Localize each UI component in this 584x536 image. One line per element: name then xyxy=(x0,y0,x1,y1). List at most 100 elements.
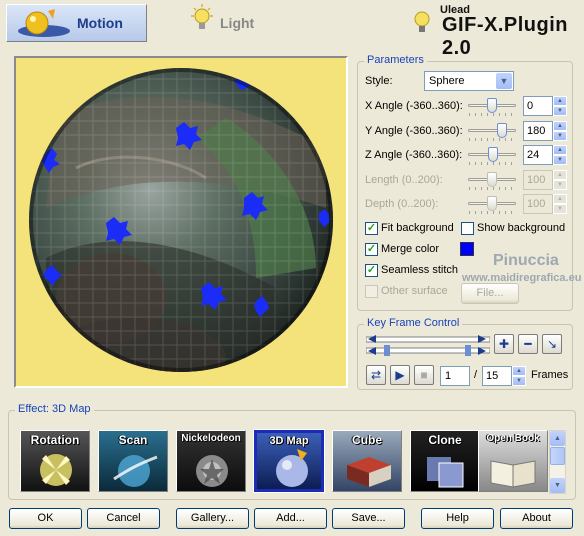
spin-up-icon[interactable]: ▲ xyxy=(512,366,526,376)
save-button[interactable]: Save... xyxy=(332,508,405,529)
z-angle-slider-thumb[interactable] xyxy=(488,147,498,162)
chevron-down-icon[interactable]: ▼ xyxy=(496,73,512,89)
play-button[interactable]: ▶ xyxy=(390,365,410,385)
cancel-button[interactable]: Cancel xyxy=(87,508,160,529)
z-angle-input[interactable]: 24 xyxy=(523,145,553,165)
spin-up-icon[interactable]: ▲ xyxy=(553,170,567,180)
other-surface-label: Other surface xyxy=(381,285,448,297)
preview-canvas xyxy=(14,56,348,388)
spin-up-icon[interactable]: ▲ xyxy=(553,194,567,204)
z-angle-slider[interactable] xyxy=(468,145,516,165)
fit-background-label: Fit background xyxy=(381,222,454,234)
y-angle-input[interactable]: 180 xyxy=(523,121,553,141)
style-select[interactable]: Sphere ▼ xyxy=(424,71,514,91)
depth-input[interactable]: 100 xyxy=(523,194,553,214)
spin-up-icon[interactable]: ▲ xyxy=(553,145,567,155)
effect-rotation[interactable]: Rotation xyxy=(20,430,90,492)
add-keyframe-button[interactable]: ✚ xyxy=(494,334,514,354)
minus-icon: ━ xyxy=(524,337,532,351)
file-button[interactable]: File... xyxy=(461,283,519,304)
scan-icon xyxy=(113,455,158,487)
fit-background-checkbox[interactable]: ✓ xyxy=(365,222,378,235)
depth-slider-thumb[interactable] xyxy=(487,196,497,211)
spin-up-icon[interactable]: ▲ xyxy=(553,121,567,131)
effect-3d-map[interactable]: 3D Map xyxy=(253,429,325,493)
seamless-stitch-label: Seamless stitch xyxy=(381,264,459,276)
effect-scrollbar[interactable]: ▲ ▼ xyxy=(549,430,566,494)
product-brand: Ulead GIF-X.Plugin 2.0 xyxy=(408,4,578,59)
spin-down-icon[interactable]: ▼ xyxy=(553,131,567,141)
length-spinner[interactable]: 100 ▲ ▼ xyxy=(523,170,567,190)
spin-down-icon[interactable]: ▼ xyxy=(553,155,567,165)
spin-down-icon[interactable]: ▼ xyxy=(553,204,567,214)
reverse-keyframe-button[interactable]: ↘ xyxy=(542,334,562,354)
keyframe-timeline[interactable] xyxy=(365,334,491,358)
stop-button[interactable]: ■ xyxy=(414,365,434,385)
tab-light[interactable]: Light xyxy=(188,4,278,42)
seamless-stitch-checkbox[interactable]: ✓ xyxy=(365,264,378,277)
globe-icon xyxy=(276,449,308,487)
effect-cube-label: Cube xyxy=(352,433,382,447)
y-angle-slider[interactable] xyxy=(468,121,516,141)
z-angle-spinner[interactable]: 24 ▲ ▼ xyxy=(523,145,567,165)
y-angle-slider-thumb[interactable] xyxy=(497,123,507,138)
effect-title: Effect: 3D Map xyxy=(15,403,94,415)
style-label: Style: xyxy=(365,75,393,87)
spin-up-icon[interactable]: ▲ xyxy=(553,96,567,106)
tab-motion[interactable]: Motion xyxy=(6,4,147,42)
add-button[interactable]: Add... xyxy=(254,508,327,529)
watermark-url: www.maidiregrafica.eu xyxy=(462,272,582,284)
x-angle-input[interactable]: 0 xyxy=(523,96,553,116)
effect-open-book-label: Open Book xyxy=(486,433,540,444)
top-tab-strip: Motion Light Ulead GIF-X.Plugin 2.0 xyxy=(0,0,584,59)
rotation-icon xyxy=(40,454,72,486)
length-input[interactable]: 100 xyxy=(523,170,553,190)
y-angle-spinner[interactable]: 180 ▲ ▼ xyxy=(523,121,567,141)
scroll-down-icon[interactable]: ▼ xyxy=(550,478,565,493)
effect-clone-label: Clone xyxy=(428,433,462,447)
show-background-label: Show background xyxy=(477,222,566,234)
y-angle-label: Y Angle (-360..360): xyxy=(365,125,463,137)
cube-icon xyxy=(347,457,391,487)
x-angle-slider-thumb[interactable] xyxy=(487,98,497,113)
length-slider[interactable] xyxy=(468,170,516,190)
x-angle-slider[interactable] xyxy=(468,96,516,116)
effect-open-book[interactable]: Open Book xyxy=(478,430,548,492)
brand-lightbulb-icon xyxy=(408,6,436,43)
effect-nickelodeon[interactable]: Nickelodeon xyxy=(176,430,246,492)
total-frames-input[interactable]: 15 xyxy=(482,366,512,386)
merge-color-swatch[interactable] xyxy=(460,242,474,256)
scroll-thumb[interactable] xyxy=(550,447,565,465)
ok-button[interactable]: OK xyxy=(9,508,82,529)
play-icon: ▶ xyxy=(395,368,405,382)
show-background-checkbox[interactable] xyxy=(461,222,474,235)
merge-color-checkbox[interactable]: ✓ xyxy=(365,243,378,256)
x-angle-spinner[interactable]: 0 ▲ ▼ xyxy=(523,96,567,116)
other-surface-checkbox[interactable] xyxy=(365,285,378,298)
motion-ball-icon xyxy=(15,9,73,42)
loop-icon: ⇄ xyxy=(370,368,382,382)
length-slider-thumb[interactable] xyxy=(487,172,497,187)
depth-slider[interactable] xyxy=(468,194,516,214)
gallery-button[interactable]: Gallery... xyxy=(176,508,249,529)
loop-button[interactable]: ⇄ xyxy=(366,365,386,385)
remove-keyframe-button[interactable]: ━ xyxy=(518,334,538,354)
effect-scan[interactable]: Scan xyxy=(98,430,168,492)
length-label: Length (0..200): xyxy=(365,174,443,186)
spin-down-icon[interactable]: ▼ xyxy=(512,376,526,386)
scroll-up-icon[interactable]: ▲ xyxy=(550,431,565,446)
brand-product: GIF-X.Plugin 2.0 xyxy=(442,14,568,59)
current-frame-input[interactable]: 1 xyxy=(440,366,470,386)
total-frames-spinner[interactable]: 15 ▲ ▼ xyxy=(482,366,526,386)
depth-spinner[interactable]: 100 ▲ ▼ xyxy=(523,194,567,214)
plus-icon: ✚ xyxy=(498,337,510,351)
nickelodeon-icon xyxy=(196,455,228,487)
effect-cube[interactable]: Cube xyxy=(332,430,402,492)
reverse-icon: ↘ xyxy=(546,337,558,351)
effect-scan-label: Scan xyxy=(118,433,148,447)
effect-clone[interactable]: Clone xyxy=(410,430,480,492)
spin-down-icon[interactable]: ▼ xyxy=(553,106,567,116)
spin-down-icon[interactable]: ▼ xyxy=(553,180,567,190)
about-button[interactable]: About xyxy=(500,508,573,529)
help-button[interactable]: Help xyxy=(421,508,494,529)
